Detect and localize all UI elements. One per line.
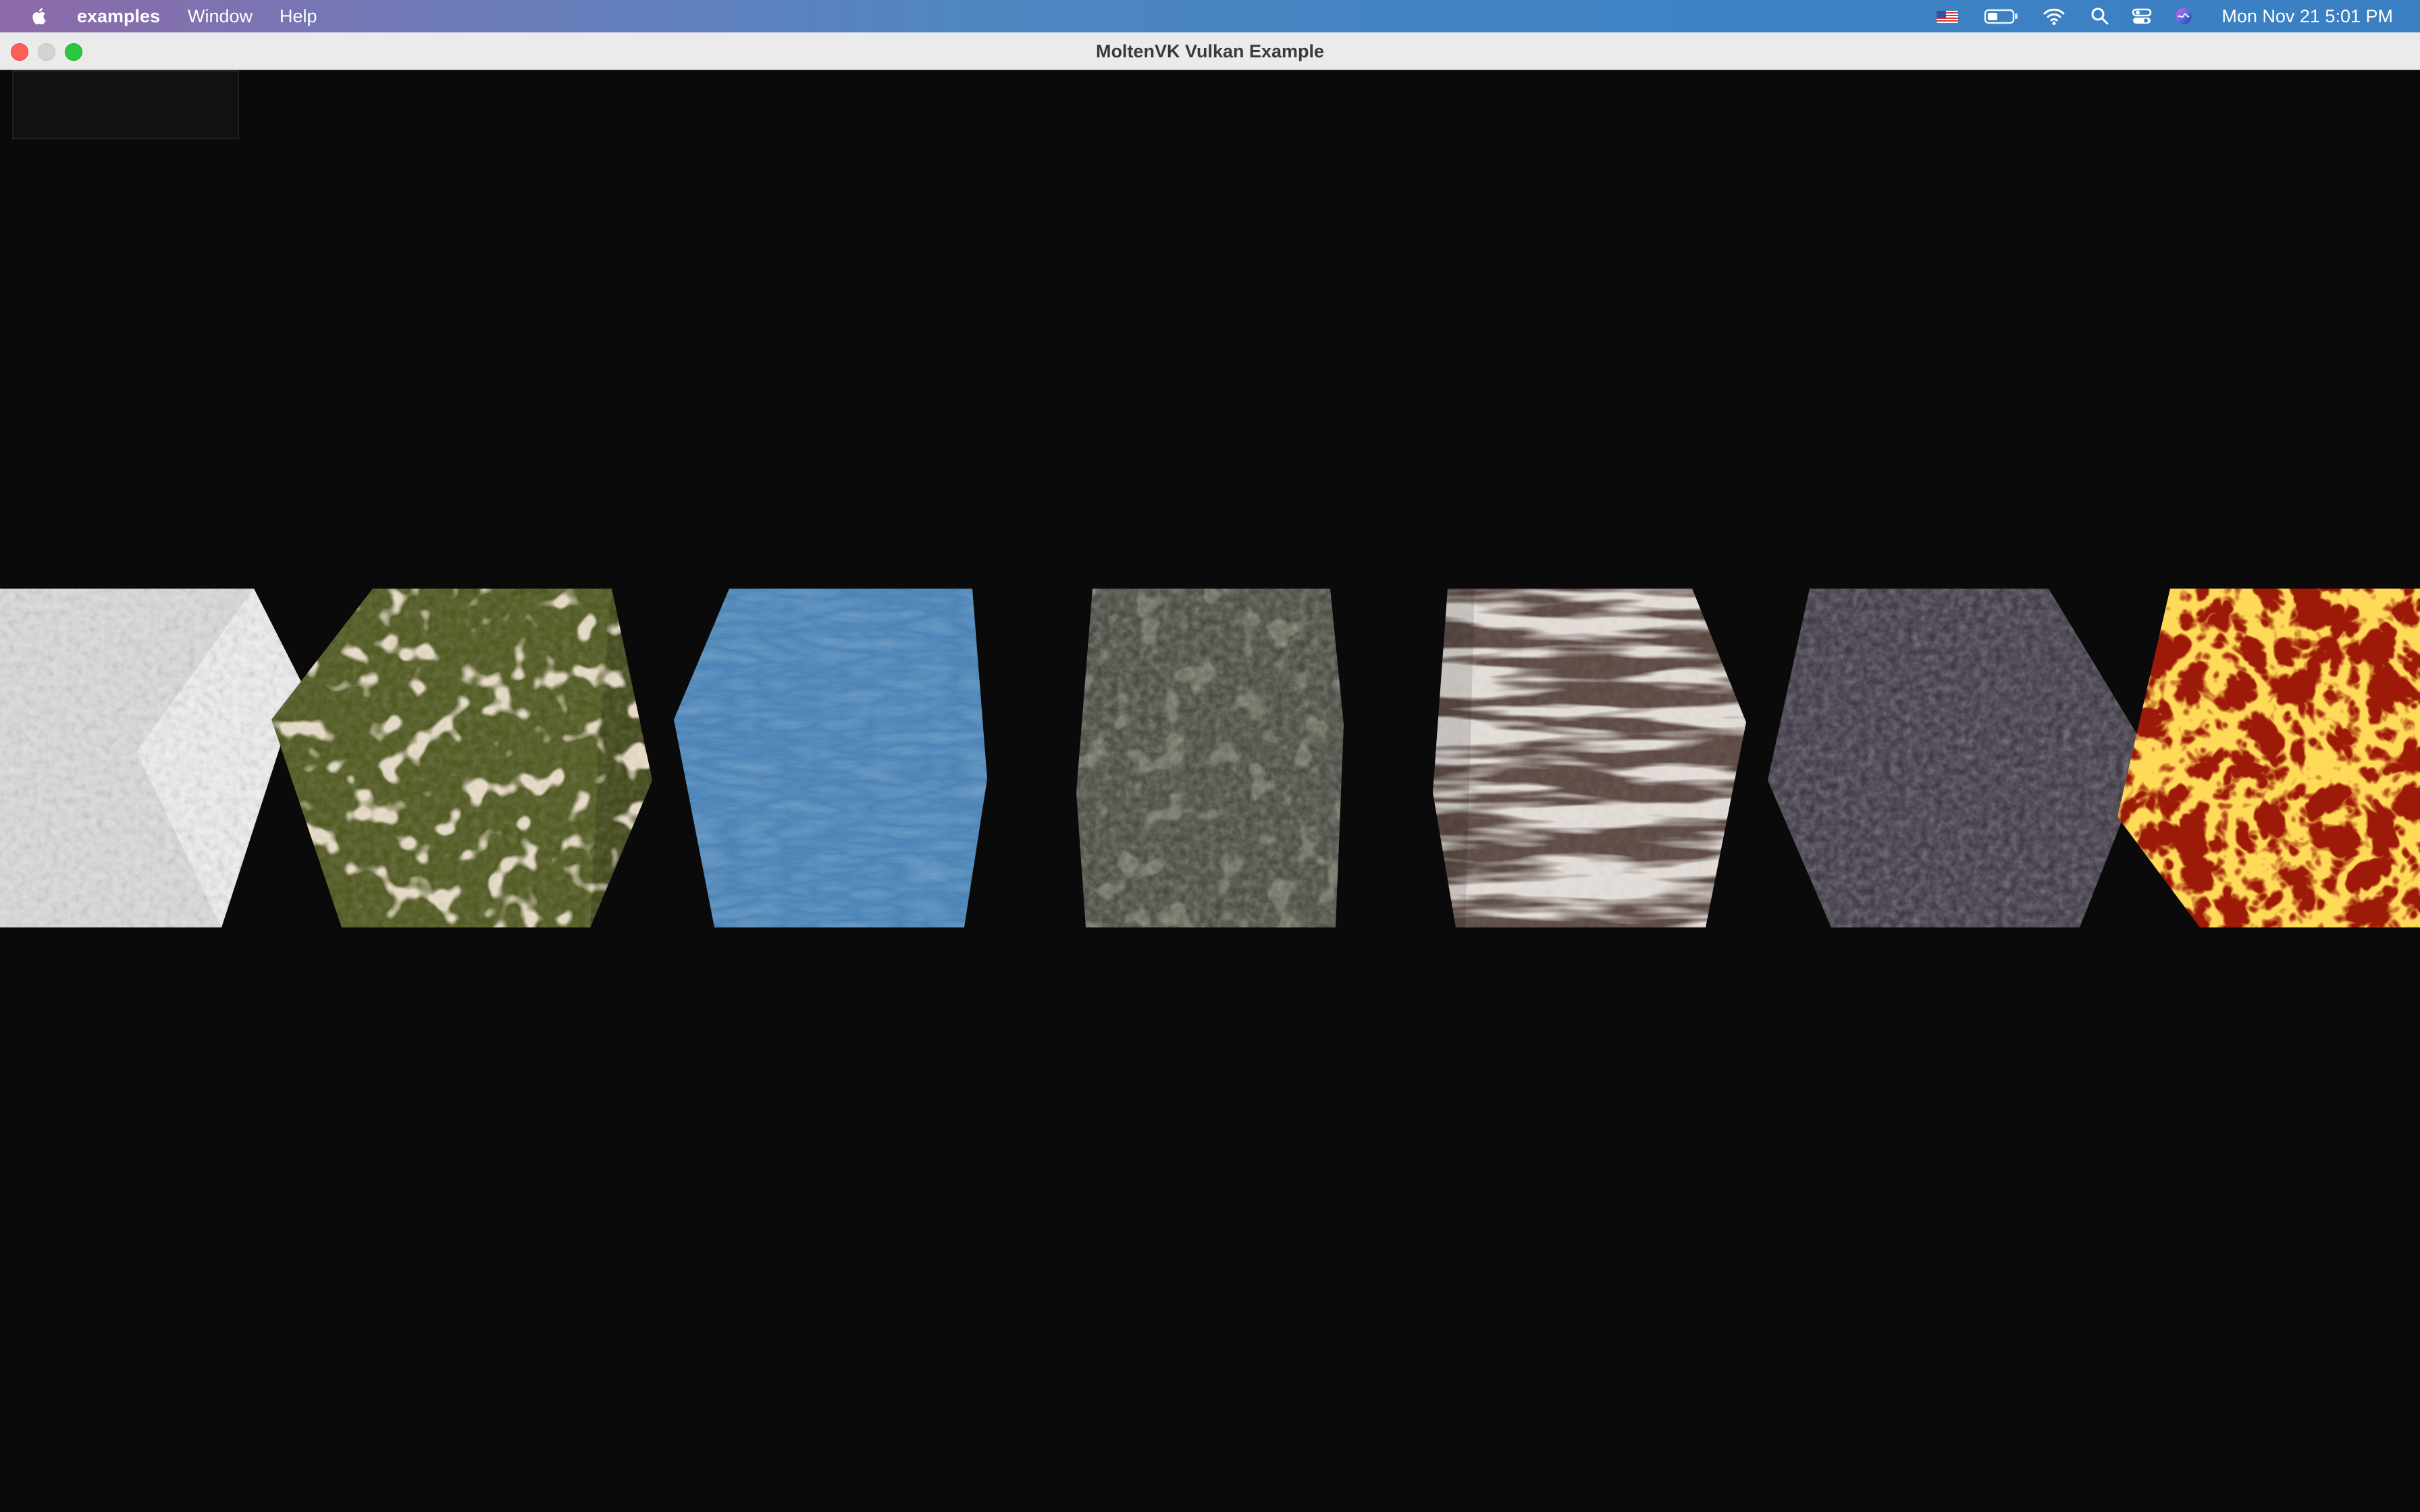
app-menu[interactable]: examples bbox=[77, 6, 160, 26]
cube-water bbox=[674, 589, 987, 927]
window-title: MoltenVK Vulkan Example bbox=[1095, 41, 1325, 61]
menu-window[interactable]: Window bbox=[188, 6, 253, 26]
spotlight-search-icon[interactable] bbox=[2088, 4, 2112, 28]
window-title-bar[interactable]: MoltenVK Vulkan Example bbox=[0, 32, 2420, 70]
menu-bar: examples Window Help Mon Nov 21 5:01 PM bbox=[0, 0, 2420, 32]
wifi-icon[interactable] bbox=[2042, 4, 2066, 28]
cube-white-marble bbox=[0, 589, 301, 927]
vulkan-render-viewport[interactable] bbox=[0, 70, 2420, 1512]
cube-lava bbox=[2118, 589, 2420, 927]
cube-rocky-ground bbox=[1076, 589, 1344, 927]
apple-logo-icon[interactable] bbox=[27, 4, 51, 28]
us-flag-input-icon[interactable] bbox=[1935, 4, 1959, 28]
battery-icon[interactable] bbox=[1982, 4, 2020, 28]
siri-icon[interactable] bbox=[2172, 4, 2196, 28]
cube-striped-rock bbox=[1433, 589, 1746, 927]
menu-bar-clock[interactable]: Mon Nov 21 5:01 PM bbox=[2221, 6, 2393, 26]
menu-help[interactable]: Help bbox=[280, 6, 317, 26]
cube-scene bbox=[0, 589, 2420, 927]
cube-grass-moss bbox=[271, 589, 652, 927]
cube-dark-speckled-stone bbox=[1768, 589, 2149, 927]
control-center-icon[interactable] bbox=[2130, 4, 2154, 28]
